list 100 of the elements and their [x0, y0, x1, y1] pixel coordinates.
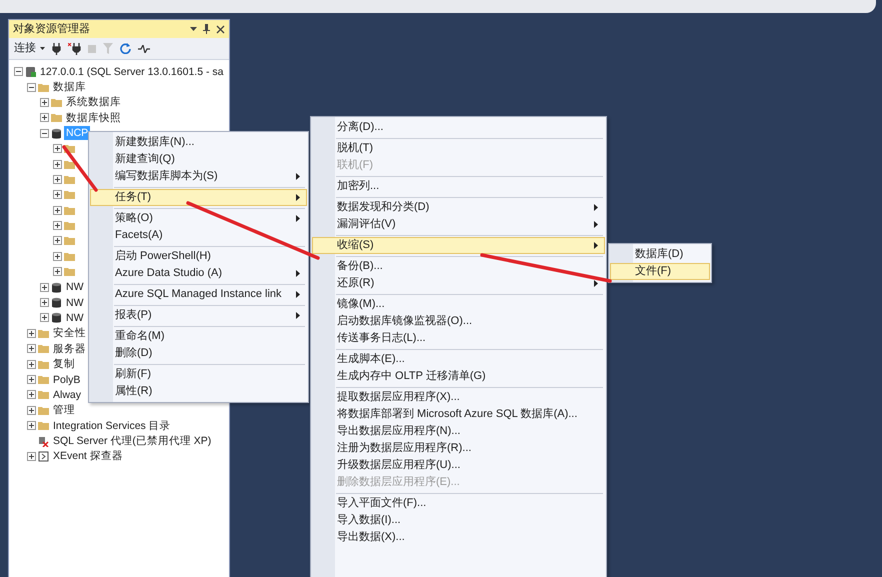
tree-item[interactable]: NW [64, 296, 86, 310]
expand-icon[interactable] [53, 252, 62, 261]
menu-item[interactable]: 启动数据库镜像监视器(O)... [312, 313, 605, 330]
menu-item[interactable]: 注册为数据层应用程序(R)... [312, 440, 605, 457]
folder-icon [64, 250, 75, 262]
expand-icon[interactable] [40, 282, 49, 292]
expand-icon[interactable] [40, 98, 49, 107]
expand-icon[interactable] [27, 344, 36, 354]
expand-icon[interactable] [27, 452, 36, 461]
database-icon [51, 297, 62, 308]
tree-item[interactable]: Alway [51, 388, 84, 402]
server-icon [25, 66, 36, 78]
expand-icon[interactable] [27, 375, 36, 384]
tree-item[interactable]: 数据库 [51, 80, 88, 94]
menu-item[interactable]: 刷新(F) [90, 366, 307, 383]
menu-item[interactable]: 策略(O) [90, 210, 307, 227]
tree-item[interactable]: 安全性 [51, 326, 88, 340]
menu-item[interactable]: 启动 PowerShell(H) [90, 248, 307, 265]
menu-item[interactable]: 重命名(M) [90, 328, 307, 345]
tree-item[interactable]: 复制 [51, 357, 77, 372]
collapse-icon[interactable] [27, 82, 36, 92]
menu-item[interactable]: 备份(B)... [312, 258, 605, 275]
tree-item[interactable]: 系统数据库 [64, 95, 123, 110]
expand-icon[interactable] [40, 113, 49, 122]
menu-item[interactable]: 导出数据(X)... [312, 529, 605, 546]
annotation-line [62, 145, 98, 192]
menu-item[interactable]: 提取数据层应用程序(X)... [312, 389, 605, 406]
menu-item[interactable]: 生成内存中 OLTP 迁移清单(G) [312, 368, 605, 385]
menu-item[interactable]: 数据库(D) [610, 246, 710, 263]
menu-item[interactable]: 属性(R) [90, 383, 307, 400]
tree-item[interactable]: Integration Services 目录 [51, 418, 173, 433]
menu-item[interactable]: 文件(F) [610, 263, 710, 280]
expand-icon[interactable] [53, 267, 62, 276]
menu-item[interactable]: 生成脚本(E)... [312, 351, 605, 368]
collapse-icon[interactable] [14, 67, 23, 76]
tree-item[interactable]: SQL Server 代理(已禁用代理 XP) [51, 434, 214, 448]
menu-item[interactable]: 任务(T) [90, 189, 307, 206]
expand-icon[interactable] [27, 360, 36, 369]
tree-item[interactable]: 服务器 [51, 342, 88, 356]
menu-item[interactable]: 新建查询(Q) [90, 151, 307, 168]
folder-icon [38, 82, 49, 93]
expand-icon[interactable] [40, 313, 49, 322]
expand-icon[interactable] [53, 190, 62, 200]
folder-icon [38, 389, 49, 400]
expand-icon[interactable] [27, 406, 36, 415]
menu-item[interactable]: 收缩(S) [312, 237, 605, 254]
connect-button[interactable]: 连接 [14, 40, 45, 57]
menu-item[interactable]: Facets(A) [90, 227, 307, 244]
tree-item[interactable]: NW [64, 280, 86, 294]
menu-item[interactable]: 分离(D)... [312, 119, 605, 136]
menu-item[interactable]: 升级数据层应用程序(U)... [312, 457, 605, 474]
pin-icon[interactable] [203, 24, 210, 34]
menu-item[interactable]: 镜像(M)... [312, 296, 605, 313]
refresh-icon[interactable] [120, 43, 131, 54]
menu-item[interactable]: 报表(P) [90, 307, 307, 324]
tree-item[interactable]: XEvent 探查器 [51, 449, 125, 464]
expand-icon[interactable] [53, 144, 62, 154]
folder-icon [38, 420, 49, 432]
expand-icon[interactable] [53, 174, 62, 184]
menu-item[interactable]: 导出数据层应用程序(N)... [312, 423, 605, 440]
tree-item[interactable]: NW [64, 310, 86, 325]
dropdown-icon[interactable] [190, 27, 197, 31]
menu-item[interactable]: 数据发现和分类(D) [312, 199, 605, 216]
folder-icon [38, 374, 49, 385]
folder-icon [64, 235, 75, 246]
expand-icon[interactable] [27, 390, 36, 400]
folder-icon [64, 204, 75, 216]
expand-icon[interactable] [53, 206, 62, 215]
close-icon[interactable] [216, 24, 225, 34]
database-icon [51, 312, 62, 324]
expand-icon[interactable] [53, 160, 62, 169]
disconnect-icon[interactable] [68, 42, 81, 54]
menu-item[interactable]: 编写数据库脚本为(S) [90, 168, 307, 185]
menu-item[interactable]: 将数据库部署到 Microsoft Azure SQL 数据库(A)... [312, 406, 605, 423]
menu-item[interactable]: 脱机(T) [312, 140, 605, 157]
expand-icon[interactable] [53, 236, 62, 246]
menu-item[interactable]: 导入数据(I)... [312, 512, 605, 529]
menu-item[interactable]: 还原(R) [312, 275, 605, 292]
expand-icon[interactable] [53, 221, 62, 230]
expand-icon[interactable] [40, 298, 49, 308]
folder-icon [64, 220, 75, 232]
menu-item[interactable]: Azure Data Studio (A) [90, 265, 307, 282]
caret-icon[interactable] [40, 47, 45, 50]
plug-icon[interactable] [52, 42, 61, 54]
menu-item[interactable]: 删除(D) [90, 345, 307, 362]
tree-item[interactable]: PolyB [51, 372, 82, 386]
expand-icon[interactable] [27, 421, 36, 430]
tree-item[interactable]: 127.0.0.1 (SQL Server 13.0.1601.5 - sa [38, 64, 226, 79]
collapse-icon[interactable] [40, 128, 49, 138]
tree-item[interactable]: 管理 [51, 403, 77, 418]
menu-item[interactable]: 导入平面文件(F)... [312, 495, 605, 512]
menu-item[interactable]: Azure SQL Managed Instance link [90, 286, 307, 303]
tree-item[interactable]: 数据库快照 [64, 110, 123, 125]
menu-item[interactable]: 加密列... [312, 178, 605, 195]
menu-item[interactable]: 传送事务日志(L)... [312, 330, 605, 347]
menu-item[interactable]: 新建数据库(N)... [90, 134, 307, 151]
database-icon [51, 282, 62, 293]
expand-icon[interactable] [27, 328, 36, 338]
menu-item[interactable]: 漏洞评估(V) [312, 216, 605, 233]
activity-icon[interactable] [138, 44, 150, 52]
